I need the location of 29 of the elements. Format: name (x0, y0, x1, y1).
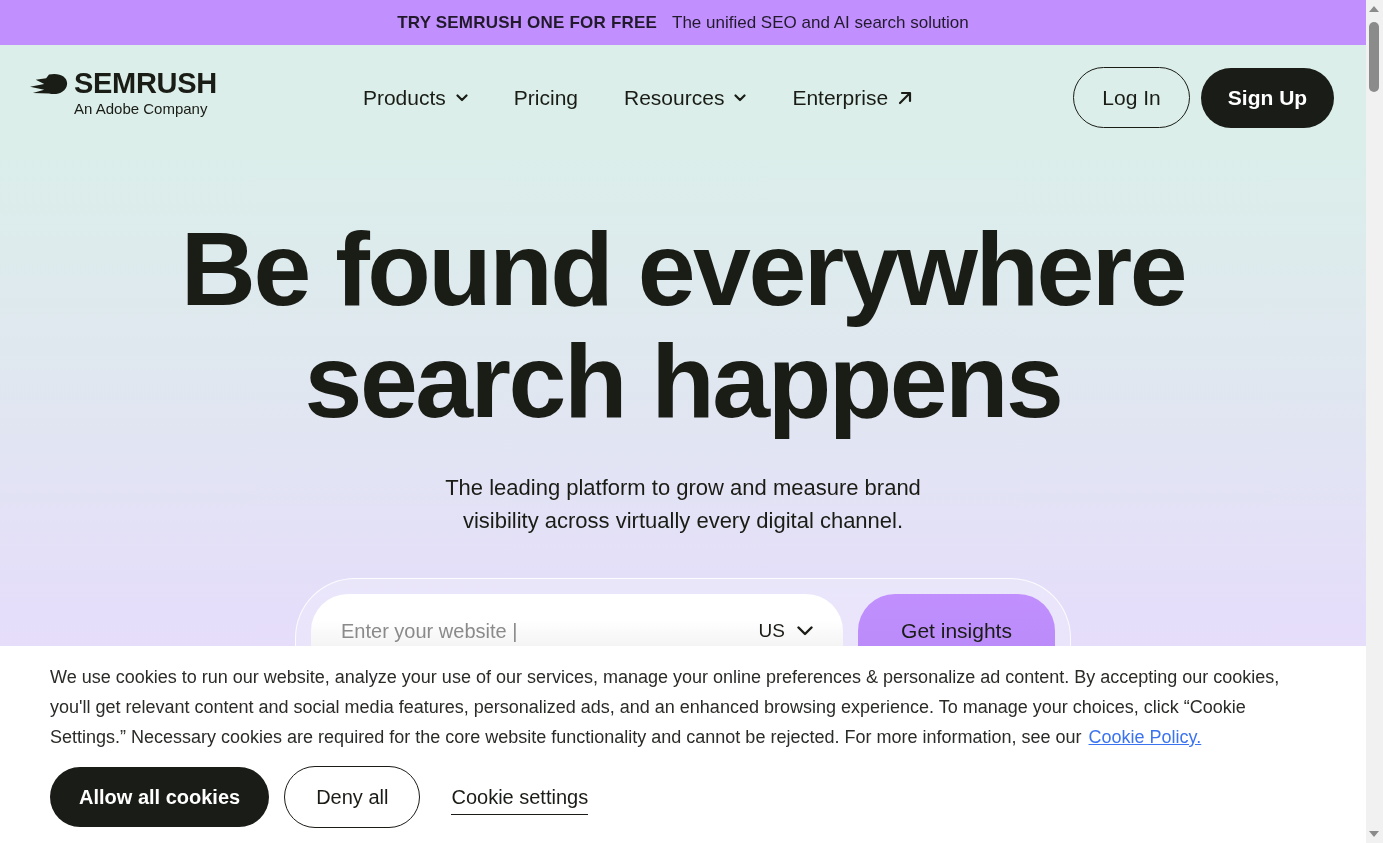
nav-link[interactable]: Enterprise (792, 85, 913, 110)
website-input-field[interactable]: Enter your website | US (311, 594, 843, 646)
country-select[interactable]: US (758, 619, 813, 643)
chevron-down-icon (455, 93, 468, 102)
nav-link[interactable]: Products (362, 85, 468, 110)
hero-subtitle: The leading platform to grow and measure brand visibility across virtually every digital channel. (444, 474, 922, 535)
brand-tagline: An Adobe Company (74, 100, 209, 118)
cookie-notice-text: We use cookies to run our website, analyze your use of our services, manage your online preferences & personalize ad content. By accepting our cookies, you'll get relevant content and social media features, personalized ads, and an enhanced browsing experience. To manage your choices, click “Cookie Settings.” Necessary cookies are required for the core website functionality and cannot be rejected. For more information, see our Cookie Policy. (50, 666, 1281, 749)
brand-name[interactable]: SEMRUSH (74, 69, 217, 98)
chevron-down-icon (797, 626, 813, 636)
nav-link[interactable]: Resources (624, 85, 747, 110)
scrollbar-thumb[interactable] (1369, 22, 1379, 92)
arrow-up-right-icon (898, 90, 913, 105)
promo-headline: TRY SEMRUSH ONE FOR FREE (397, 12, 658, 33)
chevron-down-icon (734, 93, 747, 102)
nav-link[interactable]: Pricing (513, 85, 578, 110)
signup-button[interactable]: Sign Up (1201, 67, 1334, 128)
scroll-up-arrow-icon[interactable] (1369, 6, 1379, 12)
allow-cookies-button[interactable]: Allow all cookies (50, 767, 270, 827)
scroll-down-arrow-icon[interactable] (1369, 831, 1379, 837)
scrollbar[interactable] (1366, 0, 1383, 843)
get-insights-button[interactable]: Get insights (858, 594, 1055, 646)
logo-icon[interactable] (30, 73, 68, 95)
cookie-policy-link[interactable]: Cookie Policy. (1088, 727, 1202, 747)
deny-cookies-button[interactable]: Deny all (284, 766, 421, 828)
promo-banner[interactable]: TRY SEMRUSH ONE FOR FREE The unified SEO and AI search solution (0, 0, 1366, 45)
hero-title: Be found everywhere search happens (179, 213, 1187, 437)
cookie-settings-link[interactable]: Cookie settings (451, 785, 589, 815)
promo-text: The unified SEO and AI search solution (672, 12, 969, 33)
